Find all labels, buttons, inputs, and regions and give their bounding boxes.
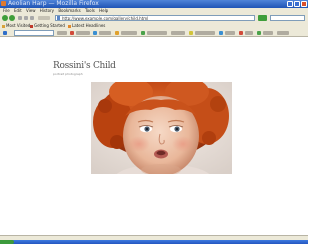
toolbar-icon[interactable]: [239, 31, 243, 35]
toolbar-icon[interactable]: [70, 31, 74, 35]
toolbar-button[interactable]: [225, 31, 235, 35]
toolbar-button[interactable]: [57, 31, 67, 35]
toolbar-icon[interactable]: [189, 31, 193, 35]
toolbar-button[interactable]: [121, 31, 137, 35]
bookmark-latest-headlines[interactable]: Latest Headlines: [68, 22, 105, 29]
address-input[interactable]: http://www.example.com/gallery/child.htm…: [55, 15, 255, 21]
toolbar-search-input[interactable]: [14, 30, 54, 36]
firefox-icon: [1, 1, 6, 6]
toolbar-button[interactable]: [171, 31, 185, 35]
portrait-svg: [91, 82, 232, 174]
rss-icon: [68, 24, 71, 28]
bookmark-label: Most Visited: [6, 23, 31, 28]
go-button[interactable]: [258, 15, 267, 21]
navigation-toolbar: http://www.example.com/gallery/child.htm…: [0, 14, 308, 22]
toolbar-icon[interactable]: [257, 31, 261, 35]
toolbar-button[interactable]: [99, 31, 111, 35]
search-input[interactable]: [270, 15, 305, 21]
close-button[interactable]: [301, 1, 307, 7]
toolbar-icon[interactable]: [141, 31, 145, 35]
window-title: Aeolian Harp — Mozilla Firefox: [8, 0, 99, 7]
toolbar-button[interactable]: [263, 31, 273, 35]
bookmark-most-visited[interactable]: Most Visited: [2, 22, 30, 29]
toolbar-icon[interactable]: [219, 31, 223, 35]
home-icon[interactable]: [30, 16, 34, 20]
toolbar-logo-icon: [3, 31, 7, 35]
maximize-button[interactable]: [294, 1, 300, 7]
back-button[interactable]: [2, 15, 8, 21]
bookmarks-toolbar: Most Visited Getting Started Latest Head…: [0, 22, 308, 29]
page-subtitle: portrait photograph: [53, 72, 83, 76]
toolbar-button[interactable]: [277, 31, 289, 35]
toolbar-icon[interactable]: [115, 31, 119, 35]
portrait-image: [91, 82, 232, 174]
bookmark-icon: [30, 24, 33, 28]
addon-toolbar: [0, 29, 308, 37]
reload-icon[interactable]: [18, 16, 22, 20]
start-button[interactable]: [0, 240, 14, 244]
page-title: Rossini's Child: [53, 61, 116, 71]
toolbar-button[interactable]: [195, 31, 215, 35]
stop-icon[interactable]: [24, 16, 28, 20]
title-bar: Aeolian Harp — Mozilla Firefox: [0, 0, 308, 8]
toolbar-button[interactable]: [76, 31, 90, 35]
toolbar-button[interactable]: [245, 31, 253, 35]
bookmark-getting-started[interactable]: Getting Started: [30, 22, 65, 29]
browser-window: Aeolian Harp — Mozilla Firefox File Edit…: [0, 0, 308, 244]
bookmark-label: Getting Started: [34, 23, 65, 28]
page-content: Rossini's Child portrait photograph: [0, 37, 308, 235]
page-icon: [57, 16, 60, 20]
forward-button[interactable]: [9, 15, 15, 21]
bookmark-icon: [2, 24, 5, 28]
bookmark-label: Latest Headlines: [72, 23, 106, 28]
toolbar-icon[interactable]: [93, 31, 97, 35]
minimize-button[interactable]: [287, 1, 293, 7]
toolbar-button[interactable]: [147, 31, 167, 35]
taskbar: [0, 240, 308, 244]
history-dropdown[interactable]: [38, 16, 50, 20]
